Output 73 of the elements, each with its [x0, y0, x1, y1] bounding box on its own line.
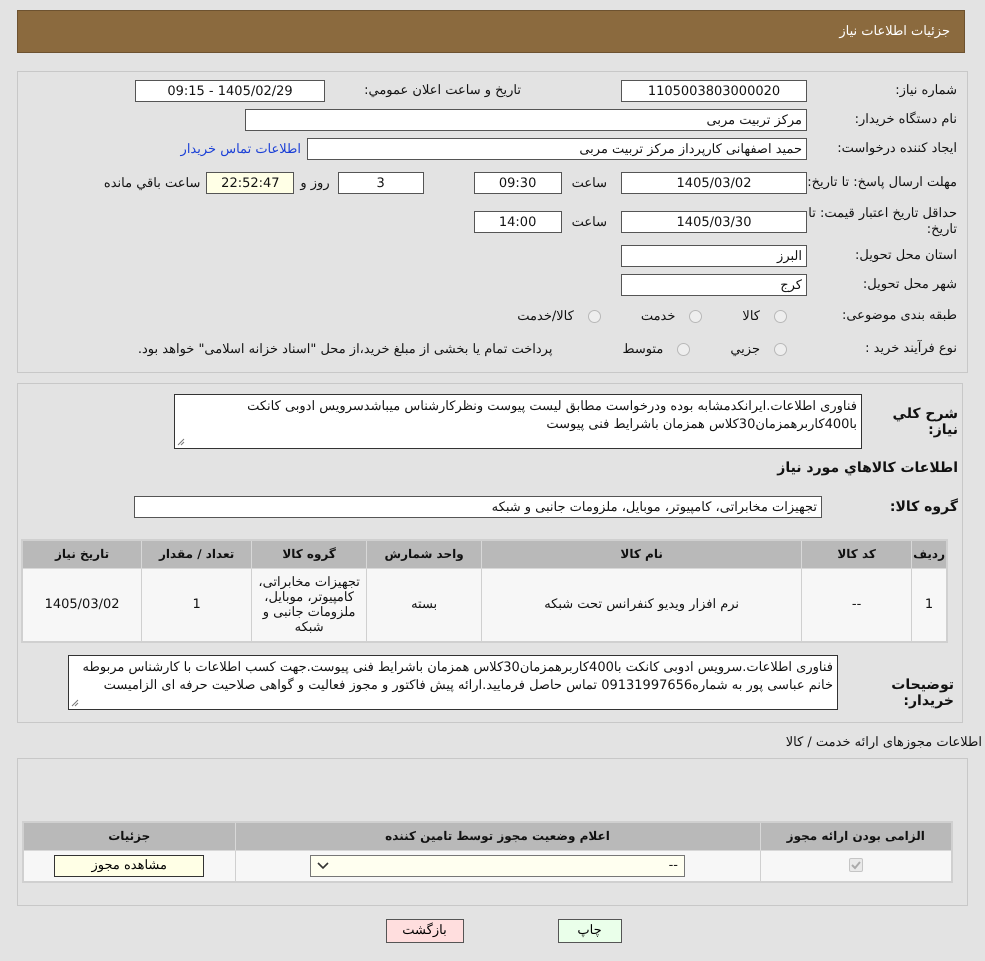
field-label: ساعت باقي مانده	[104, 176, 200, 190]
resize-grip-icon	[177, 438, 185, 446]
column-header: کد کالا	[802, 540, 912, 568]
section-title: اطلاعات مجوزهای ارائه خدمت / کالا	[784, 735, 982, 750]
field-label: شماره نیاز:	[894, 82, 957, 100]
radio-button[interactable]	[774, 310, 787, 322]
field-label: ساعت	[572, 176, 607, 190]
table-cell: --	[802, 568, 912, 642]
radio-label: کالا/خدمت	[517, 308, 574, 324]
table-cell: بسته	[366, 568, 482, 642]
text-area-field[interactable]: فناوری اطلاعات.ایرانکدمشابه بوده ودرخواست مطابق لیست پیوست ونظرکارشناس میباشدسرویس ادوبی کانکت با400کاربرهمزمان30کلاس همزمان باشرایط فنی پیوست	[174, 394, 862, 449]
caret-icon	[317, 862, 329, 870]
field-label: گروه کالا:	[888, 499, 958, 515]
city-field: کرج	[621, 274, 807, 296]
status-dropdown[interactable]: --	[310, 854, 685, 876]
table-cell: تجهیزات مخابراتی، کامپیوتر، موبایل، ملزومات جانبی و شبکه	[252, 568, 367, 642]
radio-label: متوسط	[622, 342, 664, 356]
requester-field: حمید اصفهانی کارپرداز مرکز تربیت مربی	[307, 138, 807, 160]
field-label: طبقه بندی موضوعی:	[840, 308, 957, 324]
time-field: 14:00	[474, 211, 562, 233]
field-label: شرح کلي نياز:	[892, 405, 958, 438]
field-label: توضیحات خریدار:	[890, 676, 955, 709]
buyer-org-field: مرکز تربیت مربی	[245, 109, 807, 131]
page-title: جزئیات اطلاعات نیاز	[839, 24, 950, 39]
table-cell: نرم افزار ویدیو کنفرانس تحت شبکه	[482, 568, 802, 642]
field-label: ساعت	[572, 214, 607, 230]
time-field: 09:30	[474, 172, 562, 194]
remaining-time-field: 22:52:47	[206, 172, 294, 194]
field-label: مهلت ارسال پاسخ: تا تاریخ:	[807, 174, 957, 192]
table-cell: 1	[142, 568, 252, 642]
view-license-button[interactable]: مشاهده مجوز	[54, 854, 204, 876]
date-field: 1405/03/02	[621, 172, 807, 194]
column-header: تاریخ نیاز	[22, 540, 142, 568]
resize-grip-icon	[71, 699, 79, 707]
section-title: اطلاعات کالاهاي مورد نياز	[776, 460, 958, 476]
text-area-field[interactable]: فناوری اطلاعات.سرویس ادوبی کانکت با400کاربرهمزمان30کلاس همزمان باشرایط فنی پیوست.جهت کسب اطلاعات با کارشناس مربوطه خانم عباسی پور به شماره09131997656 تماس حاصل فرمایید.ارائه پیش فاکتور و مجوز فعالیت و گواهی صلاحیت حرفه ای الزامیست	[68, 655, 838, 710]
radio-button[interactable]	[689, 310, 702, 322]
column-header: واحد شمارش	[366, 540, 482, 568]
date-field: 1405/03/30	[621, 211, 807, 233]
radio-label: جزيي	[730, 342, 760, 356]
field-label: تاریخ و ساعت اعلان عمومي:	[363, 82, 521, 100]
radio-button[interactable]	[774, 342, 787, 356]
column-header: جزئیات	[23, 822, 235, 850]
goods-group-field: تجهیزات مخابراتی، کامپیوتر، موبایل، ملزومات جانبی و شبکه	[134, 496, 822, 518]
column-header: ردیف	[912, 540, 947, 568]
back-button[interactable]: بازگشت	[386, 918, 464, 942]
radio-button[interactable]	[588, 310, 601, 322]
field-label: نوع فرآیند خرید :	[864, 340, 957, 358]
table-cell: 1	[912, 568, 947, 642]
column-header: الزامی بودن ارائه مجوز	[760, 822, 952, 850]
column-header: تعداد / مقدار	[142, 540, 252, 568]
field-label: روز و	[300, 176, 330, 190]
need-number-field: 1105003803000020	[621, 80, 807, 102]
field-label: استان محل تحویل:	[854, 248, 957, 264]
field-label: ایجاد کننده درخواست:	[836, 140, 957, 158]
payment-note: پرداخت تمام یا بخشی از مبلغ خرید،از محل "اسناد خزانه اسلامی" خواهد بود.	[138, 342, 552, 356]
radio-label: خدمت	[640, 308, 676, 324]
radio-label: کالا	[742, 308, 760, 324]
column-header: گروه کالا	[252, 540, 367, 568]
field-label: حداقل تاریخ اعتبار قیمت: تا تاریخ:	[807, 206, 957, 238]
contact-link[interactable]: اطلاعات تماس خریدار	[180, 142, 301, 156]
column-header: نام کالا	[482, 540, 802, 568]
days-field: 3	[338, 172, 424, 194]
checkbox[interactable]	[848, 858, 863, 872]
table-cell: 1405/03/02	[22, 568, 142, 642]
field-label: شهر محل تحویل:	[862, 276, 957, 294]
province-field: البرز	[621, 245, 807, 267]
field-label: نام دستگاه خریدار:	[854, 112, 957, 128]
announce-date-field: 1405/02/29 - 09:15	[135, 80, 325, 102]
check-icon	[850, 860, 861, 870]
column-header: اعلام وضعیت مجوز توسط تامین کننده	[235, 822, 760, 850]
print-button[interactable]: چاپ	[558, 918, 622, 942]
radio-button[interactable]	[677, 342, 690, 356]
